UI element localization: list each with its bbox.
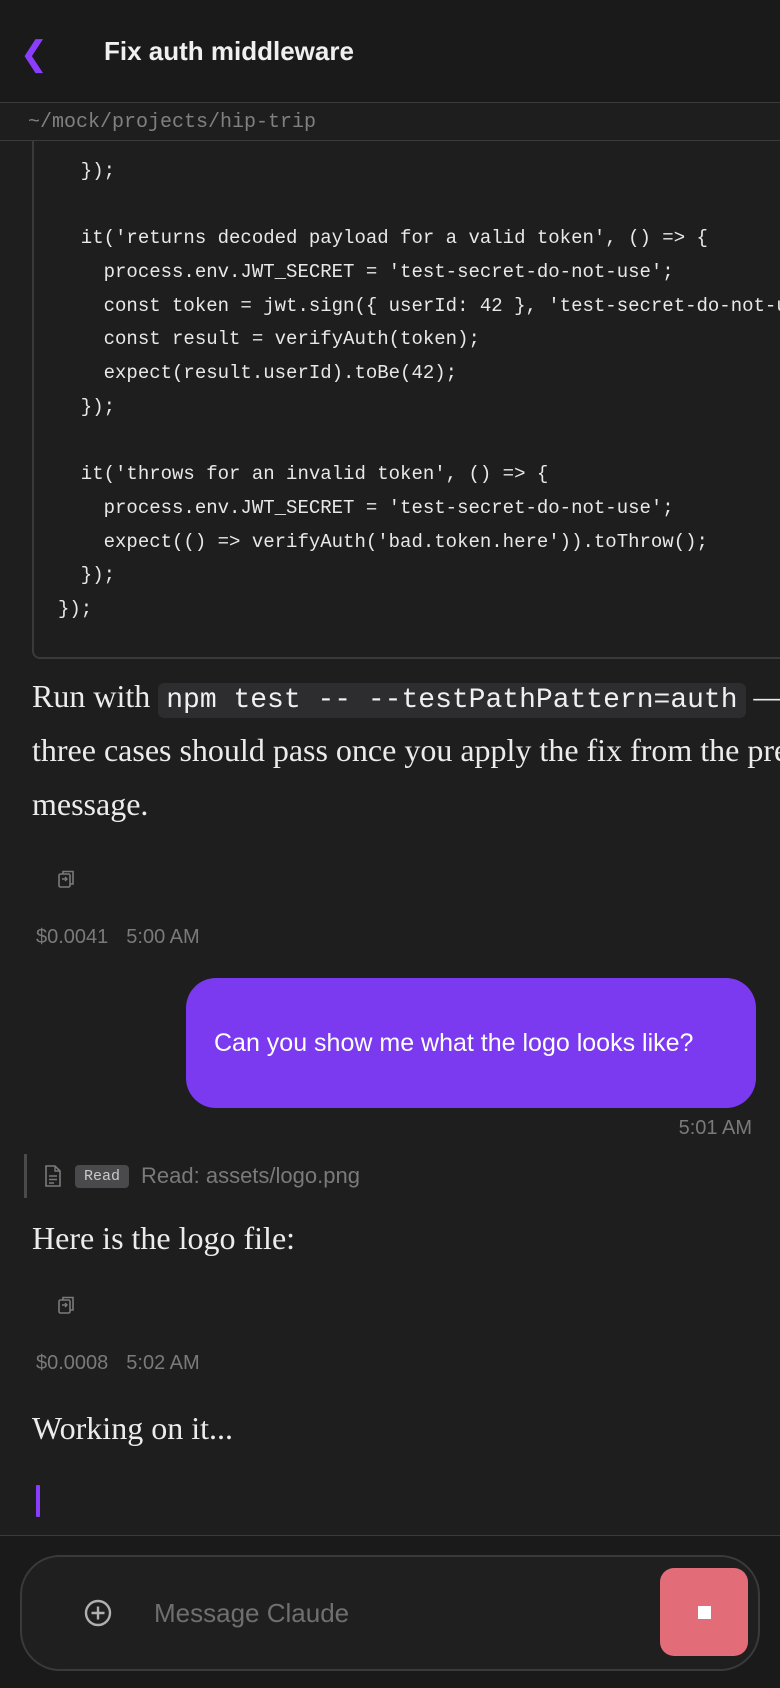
code-line: process.env.JWT_SECRET = 'test-secret-do… bbox=[58, 497, 674, 519]
assistant-text: — all bbox=[746, 678, 780, 714]
composer bbox=[20, 1555, 760, 1671]
copy-icon[interactable] bbox=[56, 1295, 78, 1317]
code-line: expect(() => verifyAuth('bad.token.here'… bbox=[58, 531, 708, 553]
page-title: Fix auth middleware bbox=[104, 36, 354, 66]
tool-use-row[interactable]: Read Read: assets/logo.png bbox=[24, 1154, 360, 1198]
tool-badge: Read bbox=[75, 1164, 130, 1188]
inline-code: npm test -- --testPathPattern=auth bbox=[158, 683, 746, 718]
message-meta: $0.0041 5:00 AM bbox=[36, 926, 218, 949]
code-line: }); bbox=[58, 598, 93, 620]
assistant-message-line: Here is the logo file: bbox=[32, 1220, 296, 1256]
code-line: process.env.JWT_SECRET = 'test-secret-do… bbox=[58, 261, 674, 283]
streaming-cursor bbox=[36, 1485, 40, 1517]
chevron-left-icon: ❮ bbox=[19, 35, 49, 73]
message-cost: $0.0008 bbox=[36, 1352, 109, 1374]
input-area bbox=[0, 1535, 780, 1688]
assistant-message-line: message. bbox=[32, 786, 149, 822]
assistant-message-line: three cases should pass once you apply t… bbox=[32, 732, 780, 768]
message-meta: $0.0008 5:02 AM bbox=[36, 1352, 218, 1375]
code-block: }); it('returns decoded payload for a va… bbox=[32, 141, 780, 659]
message-time: 5:00 AM bbox=[126, 926, 200, 948]
circle-plus-icon[interactable] bbox=[76, 1591, 120, 1635]
code-line: }); bbox=[58, 396, 116, 418]
header: ❮ Fix auth middleware bbox=[0, 0, 780, 103]
user-message-time: 5:01 AM bbox=[678, 1117, 752, 1139]
message-time: 5:02 AM bbox=[126, 1352, 200, 1374]
code-line: it('returns decoded payload for a valid … bbox=[58, 227, 708, 249]
copy-icon[interactable] bbox=[56, 869, 78, 891]
stop-icon bbox=[698, 1606, 711, 1619]
stop-button[interactable] bbox=[660, 1568, 748, 1656]
tool-label: Read: assets/logo.png bbox=[141, 1163, 360, 1188]
document-icon bbox=[45, 1165, 61, 1187]
code-line: it('throws for an invalid token', () => … bbox=[58, 463, 549, 485]
assistant-message-line: Run with npm test -- --testPathPattern=a… bbox=[32, 669, 780, 728]
back-button[interactable]: ❮ bbox=[14, 30, 54, 78]
code-line: const result = verifyAuth(token); bbox=[58, 328, 480, 350]
user-message-bubble: Can you show me what the logo looks like… bbox=[186, 978, 756, 1108]
code-line: const token = jwt.sign({ userId: 42 }, '… bbox=[58, 295, 780, 317]
message-cost: $0.0041 bbox=[36, 926, 109, 948]
code-line: expect(result.userId).toBe(42); bbox=[58, 362, 458, 384]
assistant-message-line: Working on it... bbox=[32, 1410, 233, 1446]
chat-scroll-area[interactable]: }); it('returns decoded payload for a va… bbox=[0, 141, 780, 1535]
message-input[interactable] bbox=[152, 1587, 552, 1639]
code-line: }); bbox=[58, 160, 116, 182]
assistant-text: Run with bbox=[32, 678, 159, 714]
code-line: }); bbox=[58, 564, 116, 586]
project-path: ~/mock/projects/hip-trip bbox=[0, 103, 780, 141]
